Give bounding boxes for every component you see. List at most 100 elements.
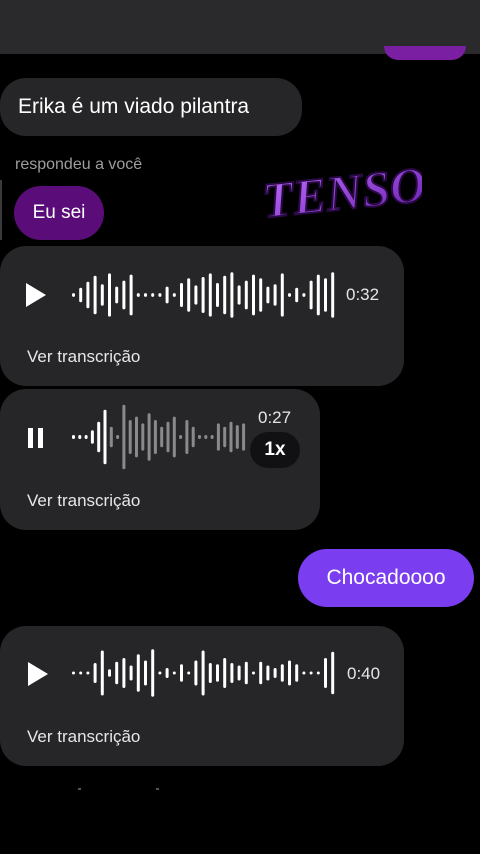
waveform-bar <box>216 283 219 307</box>
waveform-bar <box>324 658 327 688</box>
waveform-bar <box>309 671 313 675</box>
waveform-bar <box>244 661 248 685</box>
waveform-bar <box>187 278 191 312</box>
waveform-bar <box>208 663 212 683</box>
waveform-bar <box>252 274 255 316</box>
waveform-bar <box>108 669 111 677</box>
waveform-bar <box>302 293 306 297</box>
waveform-bar <box>259 278 263 312</box>
waveform-bar <box>309 280 313 310</box>
waveform-bar <box>187 671 191 675</box>
waveform-bar <box>172 416 176 458</box>
waveform-bar <box>144 660 147 686</box>
waveform-bar <box>165 668 169 678</box>
message-text: Erika é um viado pilantra <box>18 95 250 118</box>
waveform-bar <box>135 416 138 458</box>
sticker-text: TENSO <box>260 156 422 229</box>
waveform-bar <box>172 671 176 675</box>
waveform-bar <box>223 275 227 315</box>
waveform-bar <box>79 287 83 303</box>
replied-message-bubble[interactable]: Eu sei <box>14 186 104 240</box>
waveform-bar <box>288 660 291 686</box>
waveform-bar <box>86 281 90 309</box>
previous-message-bubble-edge <box>384 46 466 60</box>
voice-message[interactable]: 0:32 Ver transcrição <box>0 246 404 386</box>
view-transcription-link[interactable]: Ver transcrição <box>27 491 140 511</box>
play-icon[interactable] <box>24 281 48 309</box>
waveform-bar <box>115 661 119 685</box>
waveform-icon[interactable] <box>70 646 340 700</box>
waveform-bar <box>160 426 164 448</box>
waveform-bar <box>109 426 113 448</box>
waveform-bar <box>179 434 183 440</box>
waveform-bar <box>122 658 126 688</box>
playback-speed-button[interactable]: 1x <box>250 432 300 468</box>
waveform-bar <box>180 664 183 682</box>
waveform-bar <box>86 671 90 675</box>
waveform-bar <box>302 671 306 675</box>
waveform-bar <box>259 661 263 685</box>
waveform-bar <box>100 650 104 696</box>
waveform-bar <box>331 272 335 318</box>
waveform-bar <box>324 278 327 312</box>
waveform-bar <box>158 293 162 297</box>
voice-duration: 0:40 <box>347 664 381 683</box>
waveform-bar <box>151 293 155 297</box>
waveform-bar <box>242 423 246 451</box>
waveform-bar <box>165 286 169 304</box>
play-icon[interactable] <box>26 660 50 688</box>
waveform-bar <box>331 651 335 695</box>
waveform-bar <box>108 273 111 317</box>
view-transcription-link[interactable]: Ver transcrição <box>27 347 140 367</box>
reply-label: respondeu a você <box>15 156 143 173</box>
waveform-bar <box>115 286 119 304</box>
waveform-bar <box>288 293 291 297</box>
waveform-bar <box>116 434 120 440</box>
waveform-bar <box>237 285 241 305</box>
reply-indicator-line <box>0 180 2 240</box>
voice-message[interactable]: 0:40 Ver transcrição <box>0 626 404 766</box>
waveform-bar <box>72 293 75 297</box>
waveform-bar <box>136 293 140 297</box>
waveform-bar <box>93 275 97 315</box>
waveform-bar <box>244 280 248 310</box>
waveform-bar <box>90 430 94 444</box>
waveform-bar <box>230 663 234 683</box>
waveform-bar <box>295 664 299 682</box>
incoming-message-bubble[interactable]: Erika é um viado pilantra <box>0 78 302 136</box>
waveform-bar <box>223 658 227 688</box>
pause-icon[interactable] <box>25 424 49 452</box>
waveform-bar <box>316 671 320 675</box>
waveform-bar <box>252 671 255 675</box>
waveform-bar <box>158 671 162 675</box>
waveform-bar <box>185 420 189 454</box>
waveform-bar <box>151 649 155 697</box>
waveform-bar <box>201 277 205 313</box>
waveform-bar <box>216 423 220 451</box>
waveform-bar <box>223 426 227 448</box>
waveform-bar <box>93 663 97 683</box>
waveform-bar <box>280 664 284 682</box>
view-transcription-link[interactable]: Ver transcrição <box>27 727 140 747</box>
waveform-bar <box>100 284 104 306</box>
outgoing-message-bubble[interactable]: Chocadoooo <box>298 549 474 607</box>
waveform-bar <box>230 272 234 318</box>
waveform-bar <box>204 434 208 440</box>
waveform-icon[interactable] <box>70 402 250 472</box>
waveform-bar <box>153 420 157 454</box>
waveform-bar <box>216 664 219 682</box>
waveform-bar <box>201 650 205 696</box>
waveform-bar <box>141 423 145 451</box>
waveform-bar <box>78 434 82 440</box>
waveform-icon[interactable] <box>70 268 340 322</box>
waveform-bar <box>273 284 277 306</box>
tenso-sticker[interactable]: TENSO <box>252 150 422 230</box>
waveform-bar <box>103 409 107 465</box>
next-message-edge <box>78 788 159 790</box>
waveform-bar <box>122 404 126 470</box>
waveform-bar <box>84 434 88 440</box>
waveform-bar <box>72 671 75 675</box>
waveform-bar <box>237 665 241 681</box>
waveform-bar <box>229 421 233 453</box>
waveform-bar <box>136 654 140 692</box>
